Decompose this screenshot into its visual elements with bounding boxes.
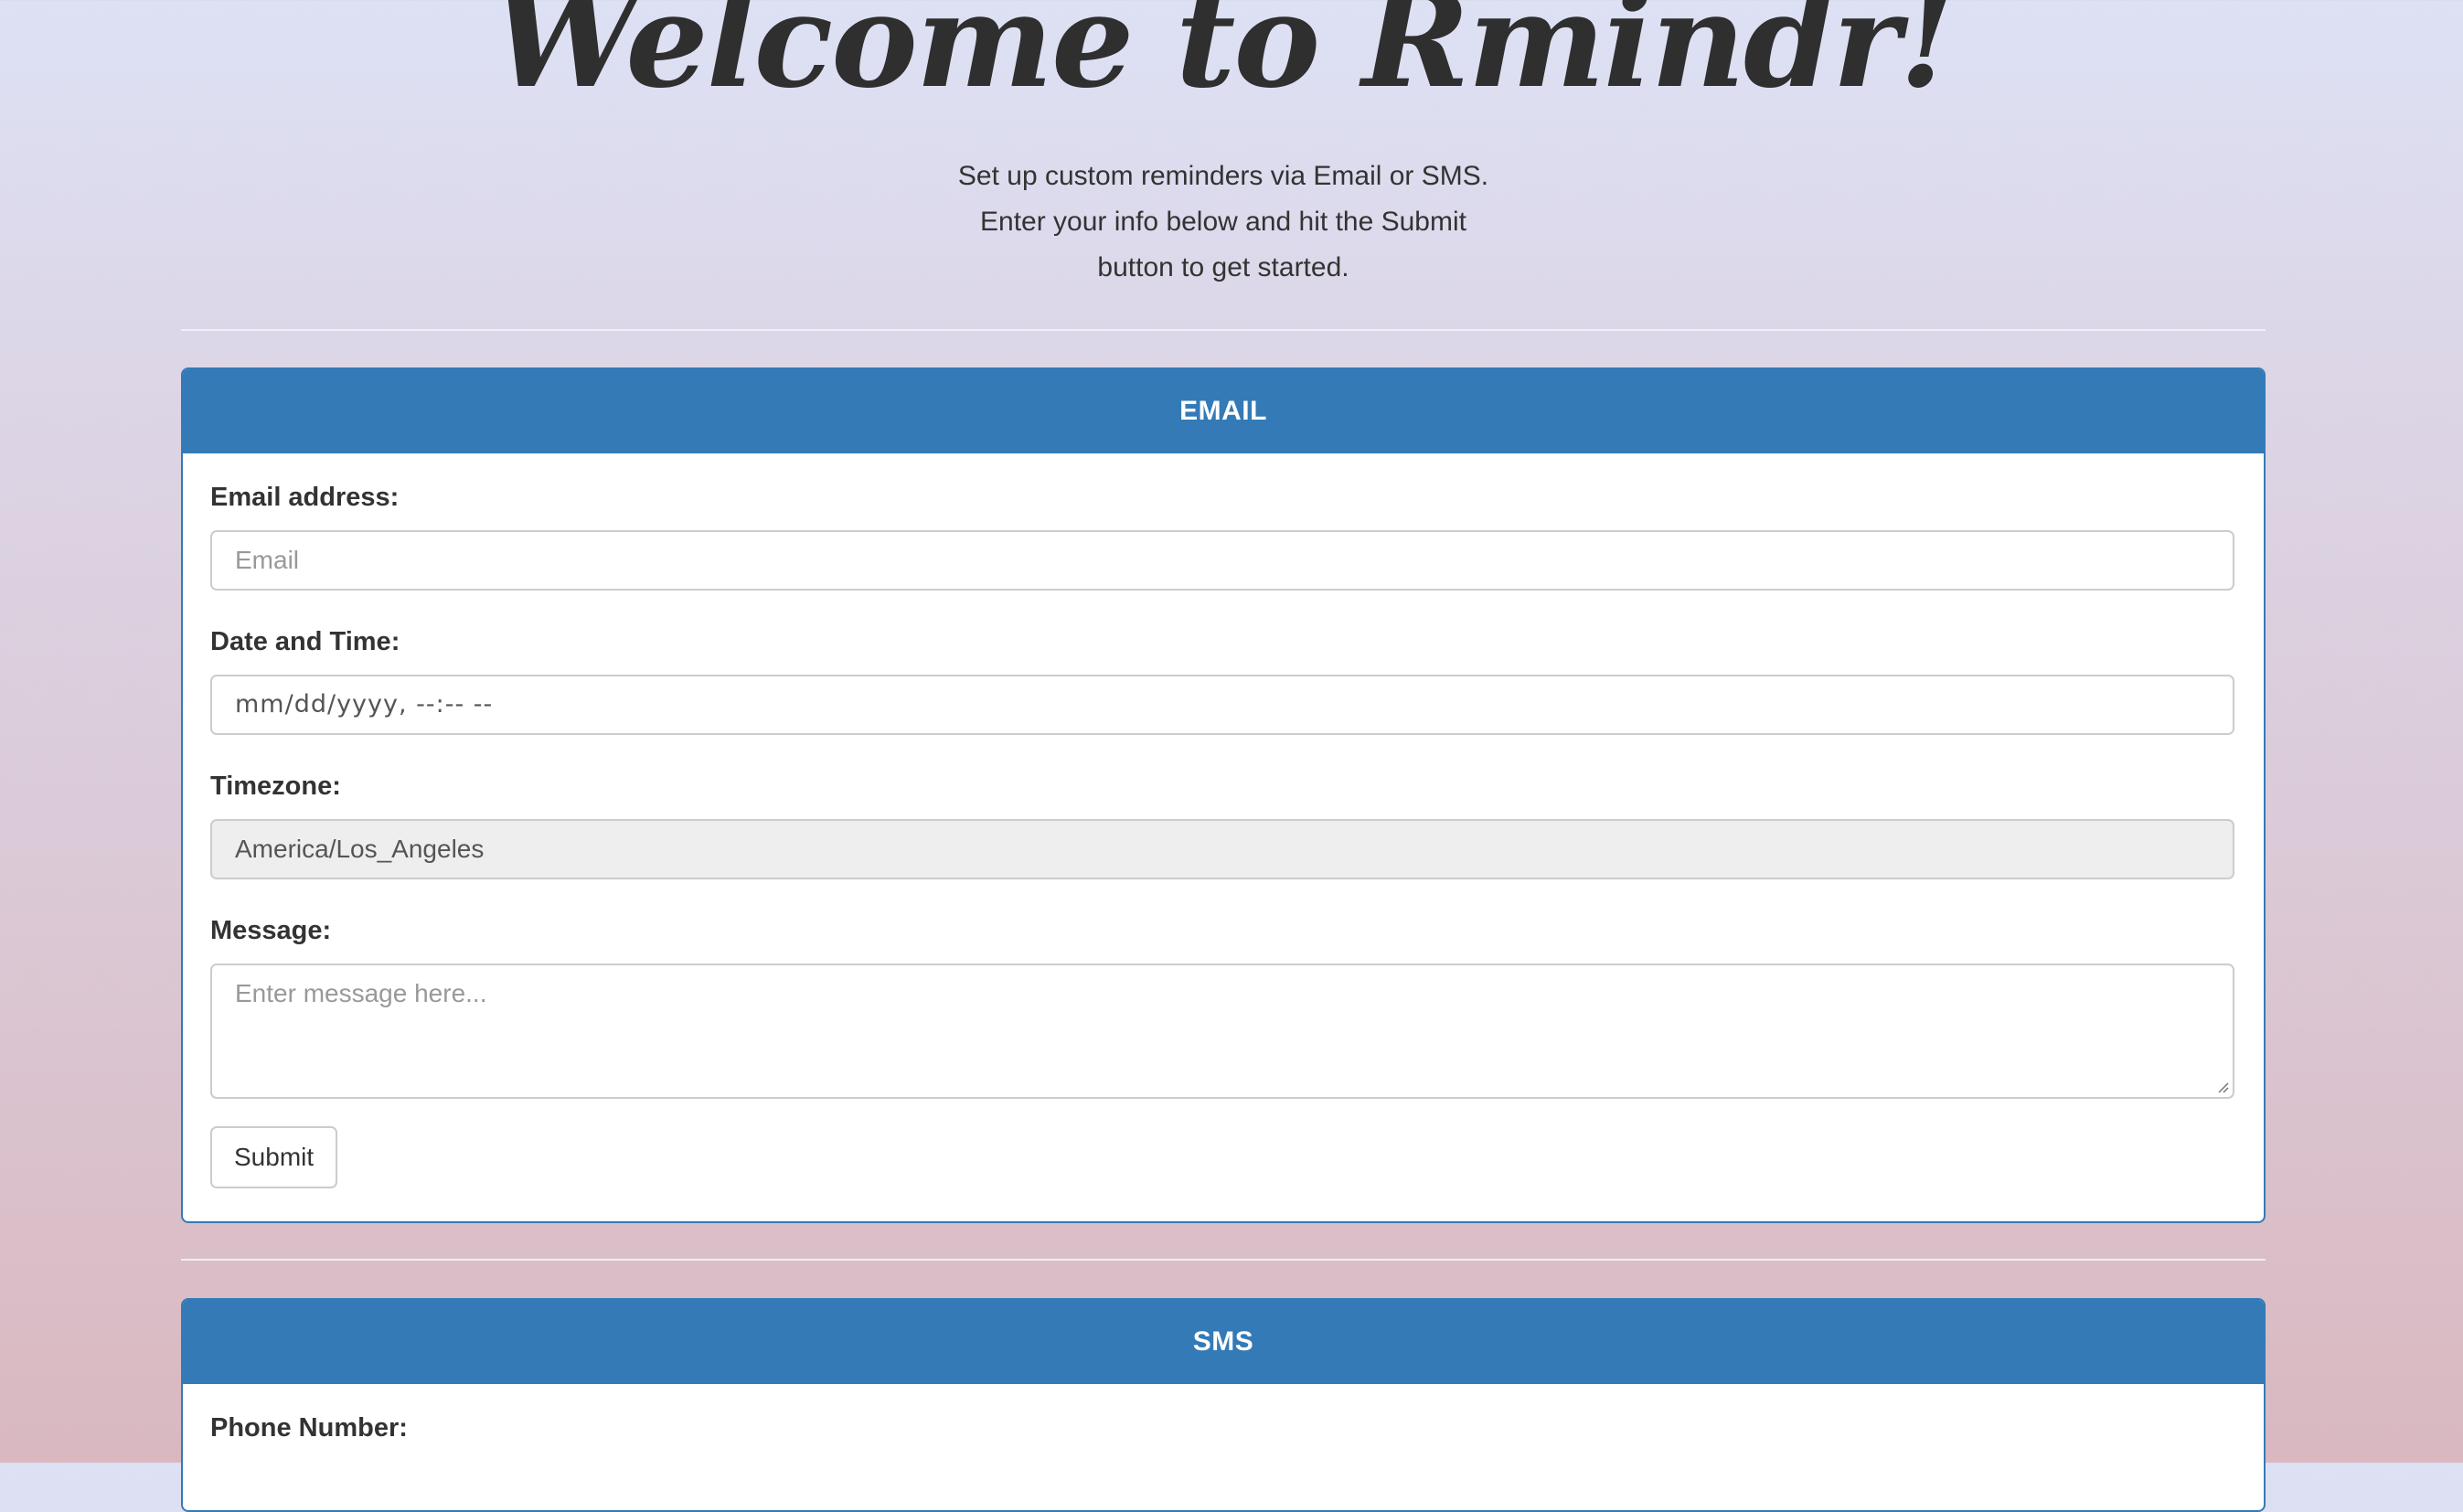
page-title: Welcome to Rmindr! <box>492 0 1956 117</box>
sms-panel-body: Phone Number: <box>183 1384 2264 1507</box>
email-input[interactable]: Email <box>210 530 2234 591</box>
sms-panel-heading: SMS <box>183 1300 2264 1384</box>
intro-line-3: button to get started. <box>1097 252 1349 282</box>
submit-button[interactable]: Submit <box>210 1126 338 1188</box>
timezone-label: Timezone: <box>210 772 341 801</box>
sms-panel: SMS Phone Number: <box>181 1298 2266 1512</box>
intro-line-1: Set up custom reminders via Email or SMS… <box>957 161 1489 191</box>
message-label: Message: <box>210 916 332 945</box>
phone-number-label: Phone Number: <box>210 1413 408 1443</box>
email-address-label: Email address: <box>210 483 400 512</box>
email-panel-body: Email address: Email Date and Time: mm/d… <box>183 453 2264 1218</box>
timezone-field: America/Los_Angeles <box>210 819 2234 879</box>
intro-line-2: Enter your info below and hit the Submit <box>980 207 1466 237</box>
divider-top <box>181 329 2266 331</box>
message-placeholder: Enter message here... <box>235 979 487 1007</box>
divider-middle <box>181 1259 2266 1261</box>
message-textarea[interactable]: Enter message here... <box>210 964 2234 1099</box>
email-panel: EMAIL Email address: Email Date and Time… <box>181 367 2266 1223</box>
resize-grip-icon[interactable] <box>2216 1081 2229 1093</box>
date-time-label: Date and Time: <box>210 627 400 656</box>
date-time-input[interactable]: mm/dd/yyyy, --:-- -- <box>210 675 2234 735</box>
email-panel-heading: EMAIL <box>183 369 2264 453</box>
intro-text: Set up custom reminders via Email or SMS… <box>181 154 2266 291</box>
